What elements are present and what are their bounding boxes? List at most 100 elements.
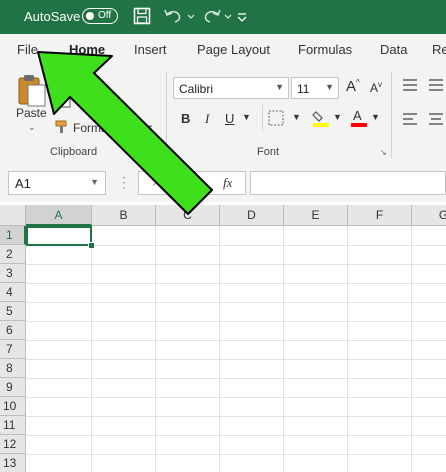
align-top-icon[interactable] bbox=[402, 78, 418, 92]
row-header-4[interactable]: 4 bbox=[0, 283, 26, 302]
column-header-c[interactable]: C bbox=[156, 205, 220, 226]
row-header-8[interactable]: 8 bbox=[0, 359, 26, 378]
align-center-icon[interactable] bbox=[428, 112, 444, 126]
row-header-3[interactable]: 3 bbox=[0, 264, 26, 283]
chevron-down-icon: ▼ bbox=[90, 177, 99, 187]
gridline bbox=[26, 416, 446, 417]
gridline bbox=[26, 283, 446, 284]
borders-dropdown-icon[interactable]: ▼ bbox=[292, 112, 301, 122]
tab-data[interactable]: Data bbox=[380, 42, 407, 57]
font-size-value: 11 bbox=[297, 82, 310, 96]
column-header-d[interactable]: D bbox=[220, 205, 284, 226]
fill-color-dropdown-icon[interactable]: ▼ bbox=[333, 112, 342, 122]
gridline bbox=[283, 226, 284, 472]
tab-page-layout[interactable]: Page Layout bbox=[197, 42, 270, 57]
column-header-a[interactable]: A bbox=[26, 205, 92, 226]
tab-review[interactable]: Re bbox=[432, 42, 446, 57]
format-painter-label[interactable]: Format Painter bbox=[73, 121, 152, 135]
tab-home[interactable]: Home bbox=[69, 42, 105, 57]
italic-button[interactable]: I bbox=[205, 111, 209, 127]
gridline bbox=[219, 226, 220, 472]
excel-window: AutoSave Off File Home Insert Page Layou… bbox=[0, 0, 446, 472]
toggle-knob bbox=[86, 11, 94, 20]
ribbon-tabs: File Home Insert Page Layout Formulas Da… bbox=[0, 34, 446, 66]
autosave-label: AutoSave bbox=[24, 9, 81, 24]
chevron-down-icon: ▼ bbox=[275, 82, 284, 92]
gridline bbox=[26, 340, 446, 341]
font-size-select[interactable]: 11 ▼ bbox=[291, 77, 339, 99]
row-header-2[interactable]: 2 bbox=[0, 245, 26, 264]
bold-button[interactable]: B bbox=[181, 111, 190, 126]
increase-font-icon[interactable]: A^ bbox=[346, 78, 360, 95]
gridline bbox=[26, 321, 446, 322]
align-left-icon[interactable] bbox=[402, 112, 418, 126]
column-header-f[interactable]: F bbox=[348, 205, 412, 226]
row-header-12[interactable]: 12 bbox=[0, 435, 26, 454]
redo-dropdown-icon[interactable] bbox=[223, 6, 233, 26]
paste-dropdown-icon[interactable]: ⌄ bbox=[28, 122, 36, 133]
chevron-down-icon: ▼ bbox=[325, 82, 334, 92]
row-header-13[interactable]: 13 bbox=[0, 454, 26, 472]
fill-color-icon[interactable] bbox=[312, 108, 330, 128]
name-box[interactable]: A1 ▼ bbox=[8, 171, 106, 195]
row-header-9[interactable]: 9 bbox=[0, 378, 26, 397]
column-header-e[interactable]: E bbox=[284, 205, 348, 226]
row-header-1[interactable]: 1 bbox=[0, 226, 26, 245]
fill-handle[interactable] bbox=[88, 242, 95, 249]
insert-function-button[interactable]: fx bbox=[223, 175, 232, 191]
cancel-icon[interactable]: ✕ bbox=[151, 174, 163, 191]
row-header-5[interactable]: 5 bbox=[0, 302, 26, 321]
tab-file[interactable]: File bbox=[17, 42, 38, 57]
save-icon[interactable] bbox=[133, 6, 151, 26]
gridline bbox=[26, 302, 446, 303]
format-painter-icon[interactable] bbox=[55, 120, 69, 134]
divider bbox=[262, 105, 263, 131]
align-middle-icon[interactable] bbox=[428, 78, 444, 92]
gridline bbox=[26, 264, 446, 265]
borders-icon[interactable] bbox=[268, 110, 286, 126]
tab-formulas[interactable]: Formulas bbox=[298, 42, 352, 57]
title-bar: AutoSave Off bbox=[0, 0, 446, 34]
enter-icon[interactable]: ✓ bbox=[185, 174, 197, 191]
redo-icon[interactable] bbox=[200, 6, 222, 26]
group-separator bbox=[391, 72, 392, 158]
gridline bbox=[26, 454, 446, 455]
autosave-toggle[interactable]: Off bbox=[82, 8, 118, 24]
clipboard-group-label: Clipboard bbox=[50, 146, 98, 158]
row-header-11[interactable]: 11 bbox=[0, 416, 26, 435]
row-header-10[interactable]: 10 bbox=[0, 397, 26, 416]
select-all-button[interactable] bbox=[0, 205, 26, 226]
gridline bbox=[26, 378, 446, 379]
decrease-font-icon[interactable]: Av bbox=[370, 80, 382, 95]
gridline bbox=[155, 226, 156, 472]
paste-icon[interactable] bbox=[16, 72, 48, 108]
font-group-label: Font bbox=[257, 146, 280, 158]
font-name-select[interactable]: Calibri ▼ bbox=[173, 77, 289, 99]
dialog-launcher-icon[interactable]: ↘ bbox=[380, 148, 387, 157]
underline-button[interactable]: U bbox=[225, 111, 234, 126]
underline-dropdown-icon[interactable]: ▼ bbox=[242, 112, 251, 122]
copy-dropdown-icon[interactable]: ⌄ bbox=[110, 94, 118, 105]
undo-dropdown-icon[interactable] bbox=[186, 6, 196, 26]
undo-icon[interactable] bbox=[163, 6, 185, 26]
formula-input[interactable] bbox=[250, 171, 446, 195]
font-color-icon[interactable]: A bbox=[350, 108, 368, 128]
gridline bbox=[26, 397, 446, 398]
gridline bbox=[411, 226, 412, 472]
svg-text:A: A bbox=[353, 108, 362, 123]
row-header-7[interactable]: 7 bbox=[0, 340, 26, 359]
font-color-dropdown-icon[interactable]: ▼ bbox=[371, 112, 380, 122]
active-cell-a1[interactable] bbox=[26, 226, 92, 246]
copy-icon[interactable] bbox=[56, 92, 72, 108]
gridline bbox=[26, 435, 446, 436]
autosave-state: Off bbox=[98, 10, 112, 21]
gridline bbox=[91, 226, 92, 472]
column-header-b[interactable]: B bbox=[92, 205, 156, 226]
row-header-6[interactable]: 6 bbox=[0, 321, 26, 340]
tab-insert[interactable]: Insert bbox=[134, 42, 167, 57]
formula-controls: ✕ ✓ fx bbox=[138, 171, 246, 195]
customize-toolbar-icon[interactable] bbox=[236, 6, 248, 26]
more-options-icon[interactable]: ⋮ bbox=[117, 174, 131, 191]
paste-label[interactable]: Paste bbox=[16, 106, 47, 120]
column-header-g[interactable]: G bbox=[412, 205, 446, 226]
